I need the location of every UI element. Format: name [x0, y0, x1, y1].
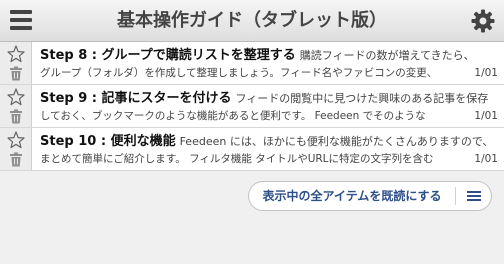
item-title: Step 9 : 記事にスターを付ける: [40, 91, 232, 106]
mark-all-read-button[interactable]: 表示中の全アイテムを既読にする: [249, 182, 455, 210]
star-icon[interactable]: [7, 88, 25, 106]
item-body[interactable]: Step 10 : 便利な機能 Feedeen には、ほかにも便利な機能がたくさん…: [40, 128, 498, 170]
list-item: Step 10 : 便利な機能 Feedeen には、ほかにも便利な機能がたくさん…: [0, 128, 504, 171]
page-title: 基本操作ガイド（タブレット版）: [117, 10, 387, 31]
item-actions: [0, 128, 32, 170]
list-menu-icon[interactable]: [457, 182, 491, 210]
item-body[interactable]: Step 8 : グループで購読リストを整理する 購読フィードの数が増えてきたら、…: [40, 42, 498, 84]
item-title: Step 8 : グループで購読リストを整理する: [40, 48, 296, 63]
star-icon[interactable]: [7, 131, 25, 149]
item-snippet: Feedeen には、ほかにも便利な機能がたくさんありますので、: [179, 135, 494, 148]
item-snippet: 購読フィードの数が増えてきたら、: [299, 49, 475, 62]
trash-icon[interactable]: [9, 109, 23, 124]
divider: [455, 187, 456, 205]
item-snippet-line2: グループ（フォルダ）を作成して整理しましょう。フィード名やファビコンの変更、: [40, 67, 438, 79]
item-snippet: フィードの閲覧中に見つけた興味のある記事を保存: [235, 92, 489, 105]
list-item: Step 8 : グループで購読リストを整理する 購読フィードの数が増えてきたら、…: [0, 42, 504, 85]
item-title: Step 10 : 便利な機能: [40, 134, 176, 149]
app-header: 基本操作ガイド（タブレット版）: [0, 0, 504, 42]
footer-actions: 表示中の全アイテムを既読にする: [248, 181, 492, 211]
item-actions: [0, 42, 32, 84]
item-date: 1/01: [474, 153, 498, 165]
trash-icon[interactable]: [9, 152, 23, 167]
item-date: 1/01: [474, 67, 498, 79]
article-list: Step 8 : グループで購読リストを整理する 購読フィードの数が増えてきたら、…: [0, 42, 504, 171]
star-icon[interactable]: [7, 45, 25, 63]
list-item: Step 9 : 記事にスターを付ける フィードの閲覧中に見つけた興味のある記事を…: [0, 85, 504, 128]
hamburger-menu-icon[interactable]: [8, 9, 34, 31]
gear-icon[interactable]: [470, 8, 496, 34]
item-snippet-line2: しておく、ブックマークのような機能があると便利です。 Feedeen でそのよう…: [40, 110, 426, 122]
item-actions: [0, 85, 32, 127]
item-body[interactable]: Step 9 : 記事にスターを付ける フィードの閲覧中に見つけた興味のある記事を…: [40, 85, 498, 127]
trash-icon[interactable]: [9, 66, 23, 81]
item-date: 1/01: [474, 110, 498, 122]
item-snippet-line2: まとめて簡単にご紹介します。 フィルタ機能 タイトルやURLに特定の文字列を含む: [40, 153, 434, 165]
